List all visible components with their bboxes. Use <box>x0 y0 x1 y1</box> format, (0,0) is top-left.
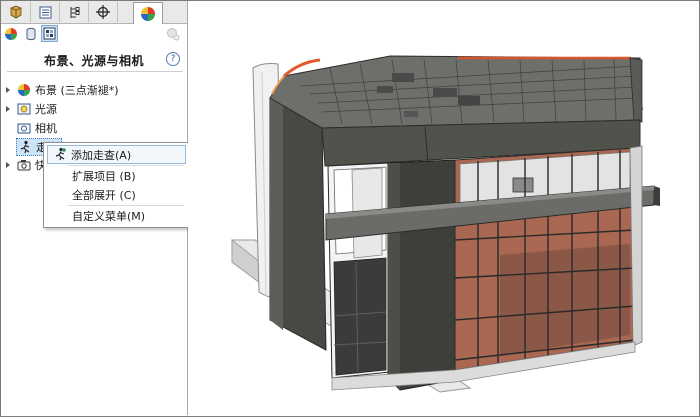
kiosk-model-render <box>231 55 660 393</box>
decals-button[interactable] <box>22 25 39 42</box>
tree-item-label: 光源 <box>35 103 57 116</box>
menu-item-label: 自定义菜单(M) <box>72 209 146 223</box>
walkthrough-icon <box>18 140 32 154</box>
snapshot-icon <box>17 158 31 172</box>
tab-display-manager[interactable] <box>133 2 163 24</box>
menu-item-expand-all[interactable]: 全部展开 (C) <box>45 185 187 204</box>
property-manager-icon <box>39 6 51 18</box>
tab-property-manager[interactable] <box>31 2 60 22</box>
light-icon <box>17 102 31 116</box>
tree-item-label: 布景 (三点渐褪*) <box>35 84 119 97</box>
tab-configuration-manager[interactable] <box>60 2 89 22</box>
panel-divider <box>7 71 183 72</box>
render-tools-button[interactable] <box>164 25 181 42</box>
expand-arrow-icon[interactable] <box>6 87 10 93</box>
walkthrough-add-icon <box>55 147 66 161</box>
menu-item-expand-item[interactable]: 扩展项目 (B) <box>45 166 187 185</box>
scene-icon <box>17 83 31 97</box>
tree-item-scene[interactable]: 布景 (三点渐褪*) <box>1 81 119 99</box>
dimxpert-icon <box>96 5 110 19</box>
menu-item-label: 全部展开 (C) <box>72 188 136 202</box>
tree-item-camera[interactable]: 相机 <box>1 119 57 137</box>
appearances-icon <box>4 27 17 40</box>
menu-item-customize-menu[interactable]: 自定义菜单(M) <box>45 206 187 225</box>
menu-item-label: 添加走查(A) <box>71 148 132 162</box>
scene-lights-cameras-icon <box>43 27 56 40</box>
render-tools-icon <box>166 27 179 40</box>
graphics-viewport[interactable] <box>188 1 698 415</box>
panel-title: 布景、光源与相机 <box>43 54 144 68</box>
feature-manager-icon <box>10 5 22 19</box>
decals-icon <box>26 27 35 40</box>
tree-item-lights[interactable]: 光源 <box>1 100 57 118</box>
context-menu: 添加走查(A) 扩展项目 (B) 全部展开 (C) 自定义菜单(M) <box>43 142 190 228</box>
appearances-button[interactable] <box>2 25 19 42</box>
tab-feature-manager[interactable] <box>2 2 31 22</box>
expand-arrow-icon[interactable] <box>6 162 10 168</box>
camera-icon <box>17 121 31 135</box>
tree-item-label: 相机 <box>35 122 57 135</box>
manager-tab-bar <box>1 1 187 24</box>
help-icon[interactable]: ? <box>166 52 180 66</box>
menu-item-label: 扩展项目 (B) <box>72 169 136 183</box>
menu-item-add-walkthrough[interactable]: 添加走查(A) <box>47 145 186 164</box>
display-manager-icon <box>141 6 155 21</box>
configuration-manager-icon <box>70 6 79 18</box>
tab-dimxpert-manager[interactable] <box>89 2 118 22</box>
expand-arrow-icon[interactable] <box>6 106 10 112</box>
display-subtoolbar <box>1 24 187 44</box>
scene-lights-cameras-button[interactable] <box>41 25 58 42</box>
